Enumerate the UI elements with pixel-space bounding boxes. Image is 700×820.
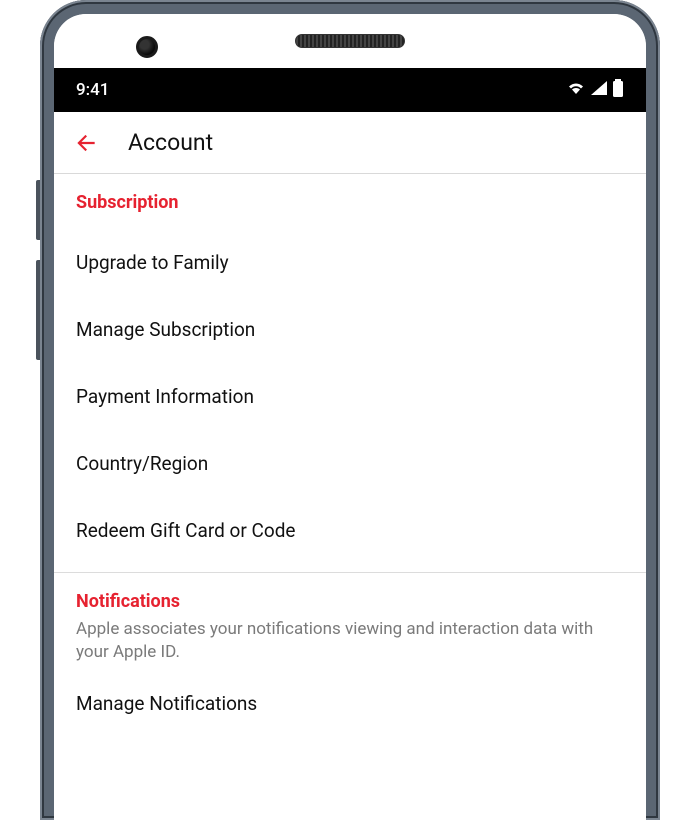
status-bar: 9:41 xyxy=(54,68,646,112)
section-subscription-header: Subscription xyxy=(54,174,646,229)
status-icons xyxy=(566,79,624,101)
side-button xyxy=(36,180,40,240)
section-title-notifications: Notifications xyxy=(76,591,624,612)
wifi-icon xyxy=(566,80,586,100)
content: Subscription Upgrade to Family Manage Su… xyxy=(54,174,646,737)
side-button xyxy=(36,260,40,360)
app-header: Account xyxy=(54,112,646,174)
earpiece-speaker xyxy=(295,34,405,48)
phone-screen: 9:41 xyxy=(54,14,646,820)
section-notifications-header: Notifications Apple associates your noti… xyxy=(54,573,646,678)
item-upgrade-family[interactable]: Upgrade to Family xyxy=(54,229,646,296)
phone-bezel-top xyxy=(54,14,646,68)
section-subtitle-notifications: Apple associates your notifications view… xyxy=(76,618,624,664)
cellular-icon xyxy=(590,80,608,100)
item-country-region[interactable]: Country/Region xyxy=(54,430,646,497)
item-payment-information[interactable]: Payment Information xyxy=(54,363,646,430)
section-title-subscription: Subscription xyxy=(76,192,624,213)
status-time: 9:41 xyxy=(76,80,109,100)
item-manage-notifications[interactable]: Manage Notifications xyxy=(54,678,646,737)
phone-frame: 9:41 xyxy=(40,0,660,820)
page-title: Account xyxy=(128,129,213,156)
battery-icon xyxy=(612,79,624,101)
front-camera xyxy=(136,36,158,58)
item-manage-subscription[interactable]: Manage Subscription xyxy=(54,296,646,363)
back-button[interactable] xyxy=(72,129,100,157)
arrow-left-icon xyxy=(73,130,99,156)
item-redeem-gift-card[interactable]: Redeem Gift Card or Code xyxy=(54,497,646,564)
